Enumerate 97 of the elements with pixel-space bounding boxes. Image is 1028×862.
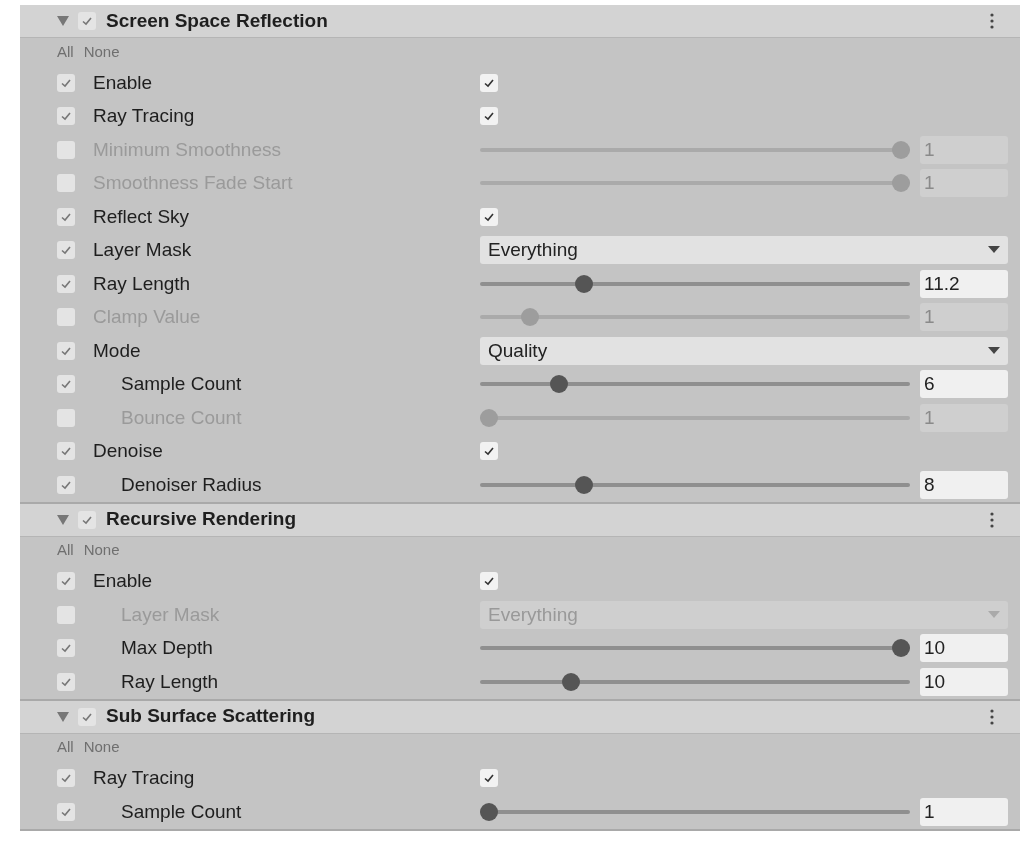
value-checkbox[interactable] xyxy=(480,769,498,788)
slider[interactable] xyxy=(480,475,910,494)
slider[interactable] xyxy=(480,140,910,159)
checkmark-icon xyxy=(483,772,495,785)
section-header[interactable]: Recursive Rendering xyxy=(20,503,1020,537)
override-checkbox[interactable] xyxy=(57,207,75,226)
dropdown[interactable]: Everything xyxy=(480,236,1008,265)
property-label: Enable xyxy=(93,569,153,593)
property-label: Layer Mask xyxy=(93,238,192,262)
value-checkbox[interactable] xyxy=(480,442,498,461)
foldout-arrow-icon[interactable] xyxy=(56,710,70,723)
override-checkbox[interactable] xyxy=(57,442,75,461)
override-checkbox[interactable] xyxy=(57,140,75,159)
slider[interactable] xyxy=(480,802,910,821)
property-label: Sample Count xyxy=(121,372,242,396)
override-checkbox[interactable] xyxy=(57,802,75,821)
slider-thumb[interactable] xyxy=(521,308,540,327)
section-checkbox[interactable] xyxy=(78,510,96,529)
slider-thumb[interactable] xyxy=(892,140,910,159)
checkmark-icon xyxy=(60,244,72,257)
checkmark-icon xyxy=(60,772,72,785)
foldout-arrow-icon[interactable] xyxy=(56,15,70,27)
property-label: Ray Tracing xyxy=(93,766,195,790)
override-checkbox[interactable] xyxy=(57,408,75,427)
slider-thumb[interactable] xyxy=(550,375,569,394)
override-checkbox[interactable] xyxy=(57,375,75,394)
checkmark-icon xyxy=(81,15,93,27)
section-title: Sub Surface Scattering xyxy=(106,704,316,729)
slider-thumb[interactable] xyxy=(892,174,910,193)
slider-thumb[interactable] xyxy=(480,408,498,427)
section-checkbox[interactable] xyxy=(78,707,96,726)
section-checkbox[interactable] xyxy=(78,12,96,30)
override-checkbox[interactable] xyxy=(57,107,75,126)
override-checkbox[interactable] xyxy=(57,241,75,260)
override-checkbox[interactable] xyxy=(57,639,75,658)
number-field[interactable]: 10 xyxy=(920,634,1008,663)
checkmark-icon xyxy=(60,110,72,123)
caret-icon xyxy=(988,610,1000,619)
value-checkbox[interactable] xyxy=(480,572,498,591)
slider-thumb[interactable] xyxy=(574,274,593,293)
checkmark-icon xyxy=(60,642,72,655)
override-checkbox[interactable] xyxy=(57,274,75,293)
checkmark-icon xyxy=(60,378,72,391)
section-header[interactable]: Sub Surface Scattering xyxy=(20,700,1020,734)
section-title: Screen Space Reflection xyxy=(106,8,328,33)
checkmark-icon xyxy=(483,445,495,458)
slider[interactable] xyxy=(480,375,910,394)
slider[interactable] xyxy=(480,672,910,691)
section-title: Recursive Rendering xyxy=(106,507,297,532)
caret-icon xyxy=(988,346,1000,355)
slider[interactable] xyxy=(480,408,910,427)
slider-thumb[interactable] xyxy=(480,802,498,821)
slider[interactable] xyxy=(480,274,910,293)
number-field[interactable]: 1 xyxy=(920,797,1008,826)
more-options-icon[interactable] xyxy=(989,510,995,529)
override-checkbox[interactable] xyxy=(57,769,75,788)
slider[interactable] xyxy=(480,308,910,327)
number-field[interactable]: 6 xyxy=(920,370,1008,399)
dropdown[interactable]: Quality xyxy=(480,336,1008,365)
override-checkbox[interactable] xyxy=(57,672,75,691)
property-label: Ray Length xyxy=(121,669,219,694)
override-checkbox[interactable] xyxy=(57,475,75,494)
override-checkbox[interactable] xyxy=(57,572,75,591)
caret-icon xyxy=(988,246,1000,255)
slider-thumb[interactable] xyxy=(892,639,910,658)
slider-thumb[interactable] xyxy=(574,475,593,494)
checkmark-icon xyxy=(483,110,495,123)
number-field[interactable]: 8 xyxy=(920,470,1008,499)
property-label: Ray Tracing xyxy=(93,104,195,128)
value-checkbox[interactable] xyxy=(480,73,498,92)
property-label: Denoise xyxy=(93,439,163,463)
foldout-arrow-icon[interactable] xyxy=(56,513,70,526)
slider-thumb[interactable] xyxy=(562,672,581,691)
checkmark-icon xyxy=(483,575,495,588)
property-label: Enable xyxy=(93,70,153,95)
property-label: Reflect Sky xyxy=(93,204,190,229)
checkmark-icon xyxy=(60,575,72,588)
override-checkbox[interactable] xyxy=(57,605,75,624)
property-label: Mode xyxy=(93,338,141,363)
property-label: Max Depth xyxy=(121,636,213,660)
slider[interactable] xyxy=(480,639,910,658)
override-checkbox[interactable] xyxy=(57,73,75,92)
number-field[interactable]: 10 xyxy=(920,667,1008,696)
override-checkbox[interactable] xyxy=(57,308,75,327)
value-checkbox[interactable] xyxy=(480,207,498,226)
property-label: Ray Length xyxy=(93,271,191,296)
override-checkbox[interactable] xyxy=(57,341,75,360)
slider[interactable] xyxy=(480,174,910,193)
value-checkbox[interactable] xyxy=(480,107,498,126)
section-header[interactable]: Screen Space Reflection xyxy=(20,5,1020,38)
number-field[interactable]: 11.2 xyxy=(920,269,1008,298)
property-label: Sample Count xyxy=(121,799,242,824)
override-checkbox[interactable] xyxy=(57,174,75,193)
more-options-icon[interactable] xyxy=(989,12,995,30)
more-options-icon[interactable] xyxy=(989,707,995,726)
checkmark-icon xyxy=(60,445,72,458)
property-label: Denoiser Radius xyxy=(121,472,262,497)
